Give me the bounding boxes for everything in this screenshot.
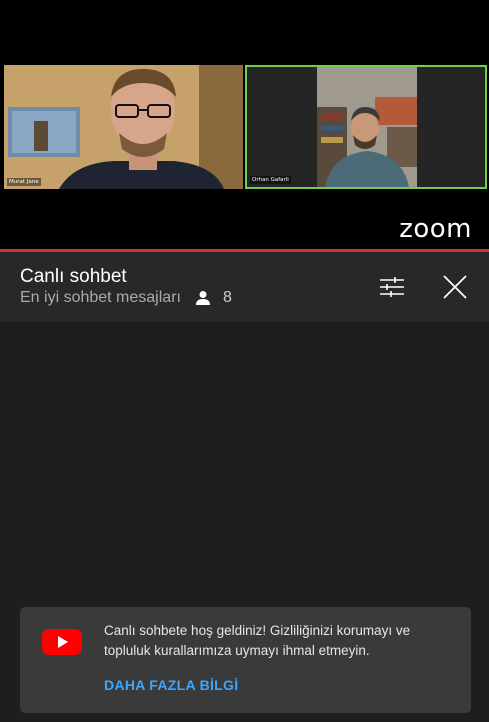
youtube-icon xyxy=(42,629,82,655)
participant-video-left xyxy=(4,65,243,189)
chat-mode-label: En iyi sohbet mesajları xyxy=(20,289,181,306)
participant-name-left: Murat Jane xyxy=(7,178,41,186)
tune-icon[interactable] xyxy=(377,272,407,302)
viewer-count: 8 xyxy=(222,289,232,306)
zoom-logo: zoom xyxy=(399,214,472,244)
chat-header: Canlı sohbet En iyi sohbet mesajları 8 xyxy=(0,252,489,322)
participant-video-right xyxy=(247,67,485,187)
video-area: Murat Jane Orhan Gafarli zoom xyxy=(0,0,489,249)
person-icon xyxy=(195,291,210,305)
participant-tile-left: Murat Jane xyxy=(4,65,243,189)
close-icon[interactable] xyxy=(440,272,470,302)
chat-mode-selector[interactable]: En iyi sohbet mesajları 8 xyxy=(20,289,232,307)
learn-more-link[interactable]: DAHA FAZLA BİLGİ xyxy=(104,677,238,693)
welcome-message: Canlı sohbete hoş geldiniz! Gizliliğiniz… xyxy=(104,623,411,658)
chat-title: Canlı sohbet xyxy=(20,266,127,287)
participant-name-right: Orhan Gafarli xyxy=(250,176,291,184)
participant-tile-right: Orhan Gafarli xyxy=(245,65,487,189)
welcome-card: Canlı sohbete hoş geldiniz! Gizliliğiniz… xyxy=(20,607,471,713)
